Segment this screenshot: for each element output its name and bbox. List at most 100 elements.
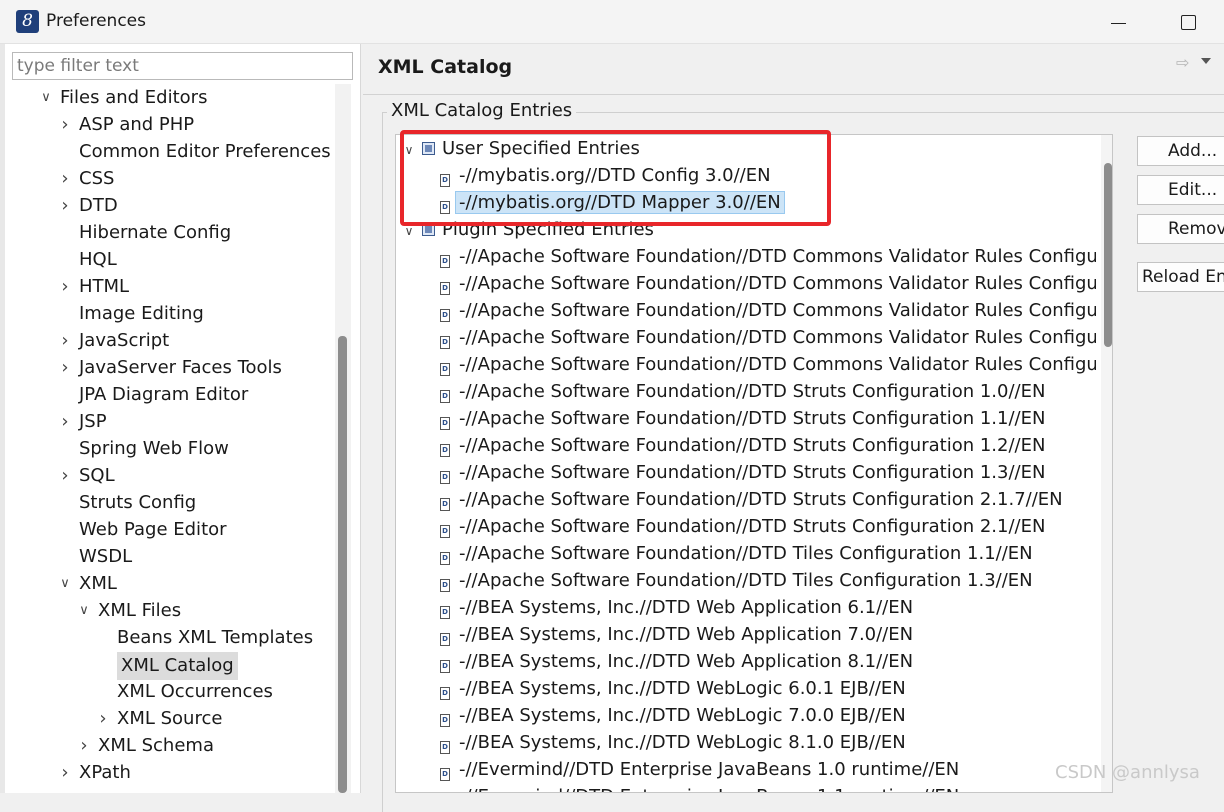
catalog-category-row[interactable]: ∨ User Specified Entries: [402, 136, 640, 162]
catalog-entry-row[interactable]: D -//mybatis.org//DTD Mapper 3.0//EN: [440, 190, 785, 216]
back-arrow-icon[interactable]: ⇨: [1176, 53, 1189, 72]
nav-item[interactable]: ∨ Files and Editors: [39, 85, 207, 111]
nav-item[interactable]: Beans XML Templates: [96, 625, 313, 651]
catalog-entry-row[interactable]: D -//BEA Systems, Inc.//DTD Web Applicati…: [440, 649, 913, 675]
group-label: XML Catalog Entries: [387, 100, 577, 121]
chevron-right-icon[interactable]: ›: [58, 409, 72, 435]
add-button[interactable]: Add...: [1137, 136, 1224, 166]
nav-item[interactable]: Struts Config: [58, 490, 196, 516]
nav-item[interactable]: Hibernate Config: [58, 220, 231, 246]
minimize-button[interactable]: [1104, 8, 1134, 36]
catalog-entry-row[interactable]: D -//Apache Software Foundation//DTD Comm…: [440, 244, 1096, 270]
catalog-entry-row[interactable]: D -//BEA Systems, Inc.//DTD WebLogic 8.1.…: [440, 730, 906, 756]
nav-item[interactable]: › JavaScript: [58, 328, 169, 354]
chevron-right-icon[interactable]: ›: [58, 193, 72, 219]
nav-item[interactable]: › XML Schema: [77, 733, 214, 759]
chevron-down-icon[interactable]: ∨: [77, 598, 91, 624]
chevron-down-icon[interactable]: ∨: [402, 137, 416, 163]
catalog-entry-row[interactable]: D -//Apache Software Foundation//DTD Stru…: [440, 460, 1045, 486]
nav-scrollbar-thumb[interactable]: [338, 336, 347, 793]
catalog-entry-label: -//Apache Software Foundation//DTD Commo…: [459, 354, 1096, 375]
chevron-right-icon[interactable]: ›: [58, 112, 72, 138]
catalog-entry-label: Plugin Specified Entries: [442, 219, 654, 240]
nav-item[interactable]: JPA Diagram Editor: [58, 382, 248, 408]
catalog-folder-icon: [422, 223, 435, 236]
catalog-entry-row[interactable]: D -//Apache Software Foundation//DTD Stru…: [440, 379, 1045, 405]
catalog-entry-row[interactable]: D -//BEA Systems, Inc.//DTD Web Applicati…: [440, 622, 913, 648]
nav-item[interactable]: ∨ XML: [58, 571, 117, 597]
catalog-entry-row[interactable]: D -//Apache Software Foundation//DTD Comm…: [440, 298, 1096, 324]
catalog-entry-row[interactable]: D -//Apache Software Foundation//DTD Comm…: [440, 325, 1096, 351]
chevron-right-icon[interactable]: ›: [77, 733, 91, 759]
catalog-category-row[interactable]: ∨ Plugin Specified Entries: [402, 217, 654, 243]
nav-item[interactable]: › SQL: [58, 463, 114, 489]
dtd-file-icon: D: [440, 525, 450, 538]
chevron-right-icon[interactable]: ›: [58, 463, 72, 489]
nav-item[interactable]: › HTML: [58, 274, 129, 300]
catalog-entry-row[interactable]: D-//Evermind//DTD Enterprise JavaBeans 1…: [440, 784, 959, 792]
catalog-entry-row[interactable]: D -//Apache Software Foundation//DTD Tile…: [440, 541, 1033, 567]
nav-item[interactable]: › ASP and PHP: [58, 112, 194, 138]
remove-button[interactable]: Remove: [1137, 214, 1224, 244]
reload-entries-button[interactable]: Reload Entries: [1137, 262, 1224, 292]
nav-item[interactable]: WSDL: [58, 544, 132, 570]
nav-item[interactable]: Spring Web Flow: [58, 436, 229, 462]
dtd-file-icon: D: [440, 282, 450, 295]
chevron-right-icon[interactable]: ›: [58, 328, 72, 354]
dtd-file-icon: D: [440, 606, 450, 619]
title-separator: [363, 94, 1224, 95]
view-menu-icon[interactable]: [1201, 58, 1211, 64]
page-title: XML Catalog: [378, 56, 513, 78]
catalog-entry-row[interactable]: D -//BEA Systems, Inc.//DTD WebLogic 6.0.…: [440, 676, 906, 702]
nav-item[interactable]: HQL: [58, 247, 117, 273]
catalog-entry-label: -//BEA Systems, Inc.//DTD WebLogic 6.0.1…: [459, 678, 906, 699]
app-logo-icon: 8: [16, 10, 39, 33]
nav-item[interactable]: Common Editor Preferences: [58, 139, 331, 165]
catalog-entry-row[interactable]: D -//Apache Software Foundation//DTD Stru…: [440, 487, 1063, 513]
nav-item[interactable]: ∨ XML Files: [77, 598, 181, 624]
window-title: Preferences: [46, 11, 146, 31]
preference-page: XML Catalog ⇨ XML Catalog Entries ∨ User …: [363, 44, 1224, 812]
nav-item[interactable]: › DTD: [58, 193, 117, 219]
maximize-button[interactable]: [1173, 8, 1203, 36]
edit-button[interactable]: Edit...: [1137, 175, 1224, 205]
nav-item[interactable]: › JavaServer Faces Tools: [58, 355, 282, 381]
nav-item[interactable]: › CSS: [58, 166, 114, 192]
nav-item[interactable]: › JSP: [58, 409, 106, 435]
chevron-down-icon[interactable]: ∨: [39, 85, 53, 111]
entries-scrollbar-thumb[interactable]: [1104, 163, 1112, 347]
nav-item[interactable]: Image Editing: [58, 301, 204, 327]
catalog-entry-label: -//BEA Systems, Inc.//DTD Web Applicatio…: [459, 624, 914, 645]
catalog-entry-row[interactable]: D -//BEA Systems, Inc.//DTD WebLogic 7.0.…: [440, 703, 906, 729]
nav-item[interactable]: Web Page Editor: [58, 517, 227, 543]
catalog-entry-row[interactable]: D -//Apache Software Foundation//DTD Tile…: [440, 568, 1033, 594]
chevron-right-icon[interactable]: ›: [58, 760, 72, 786]
nav-item-label: XML Source: [117, 708, 223, 729]
nav-item[interactable]: XML Occurrences: [96, 679, 273, 705]
catalog-entry-label: -//mybatis.org//DTD Config 3.0//EN: [459, 165, 771, 186]
nav-item[interactable]: › XPath: [58, 760, 130, 786]
dtd-file-icon: D: [440, 471, 450, 484]
catalog-entries-tree: ∨ User Specified Entries D -//mybatis.org//…: [395, 134, 1113, 793]
catalog-entry-row[interactable]: D -//mybatis.org//DTD Config 3.0//EN: [440, 163, 771, 189]
nav-item[interactable]: › XML Source: [96, 706, 222, 732]
nav-item[interactable]: XML Catalog: [96, 652, 238, 680]
catalog-entry-row[interactable]: D -//BEA Systems, Inc.//DTD Web Applicati…: [440, 595, 913, 621]
catalog-entry-row[interactable]: D -//Apache Software Foundation//DTD Stru…: [440, 514, 1045, 540]
chevron-down-icon[interactable]: ∨: [402, 218, 416, 244]
catalog-entry-row[interactable]: D -//Apache Software Foundation//DTD Comm…: [440, 271, 1096, 297]
filter-input[interactable]: [12, 52, 353, 80]
catalog-entry-row[interactable]: D -//Apache Software Foundation//DTD Stru…: [440, 406, 1045, 432]
catalog-entry-row[interactable]: D -//Apache Software Foundation//DTD Comm…: [440, 352, 1096, 378]
chevron-right-icon[interactable]: ›: [58, 355, 72, 381]
chevron-down-icon[interactable]: ∨: [58, 571, 72, 597]
chevron-right-icon[interactable]: ›: [58, 166, 72, 192]
catalog-entry-label: -//BEA Systems, Inc.//DTD Web Applicatio…: [459, 651, 914, 672]
chevron-right-icon[interactable]: ›: [58, 274, 72, 300]
chevron-right-icon[interactable]: ›: [96, 706, 110, 732]
nav-item-label: Struts Config: [79, 492, 197, 513]
catalog-entry-row[interactable]: D -//Apache Software Foundation//DTD Stru…: [440, 433, 1045, 459]
catalog-entry-label: -//Apache Software Foundation//DTD Commo…: [459, 273, 1096, 294]
catalog-entry-label: -//Apache Software Foundation//DTD Commo…: [459, 246, 1096, 267]
catalog-entry-row[interactable]: D-//Evermind//DTD Enterprise JavaBeans 1…: [440, 757, 959, 783]
